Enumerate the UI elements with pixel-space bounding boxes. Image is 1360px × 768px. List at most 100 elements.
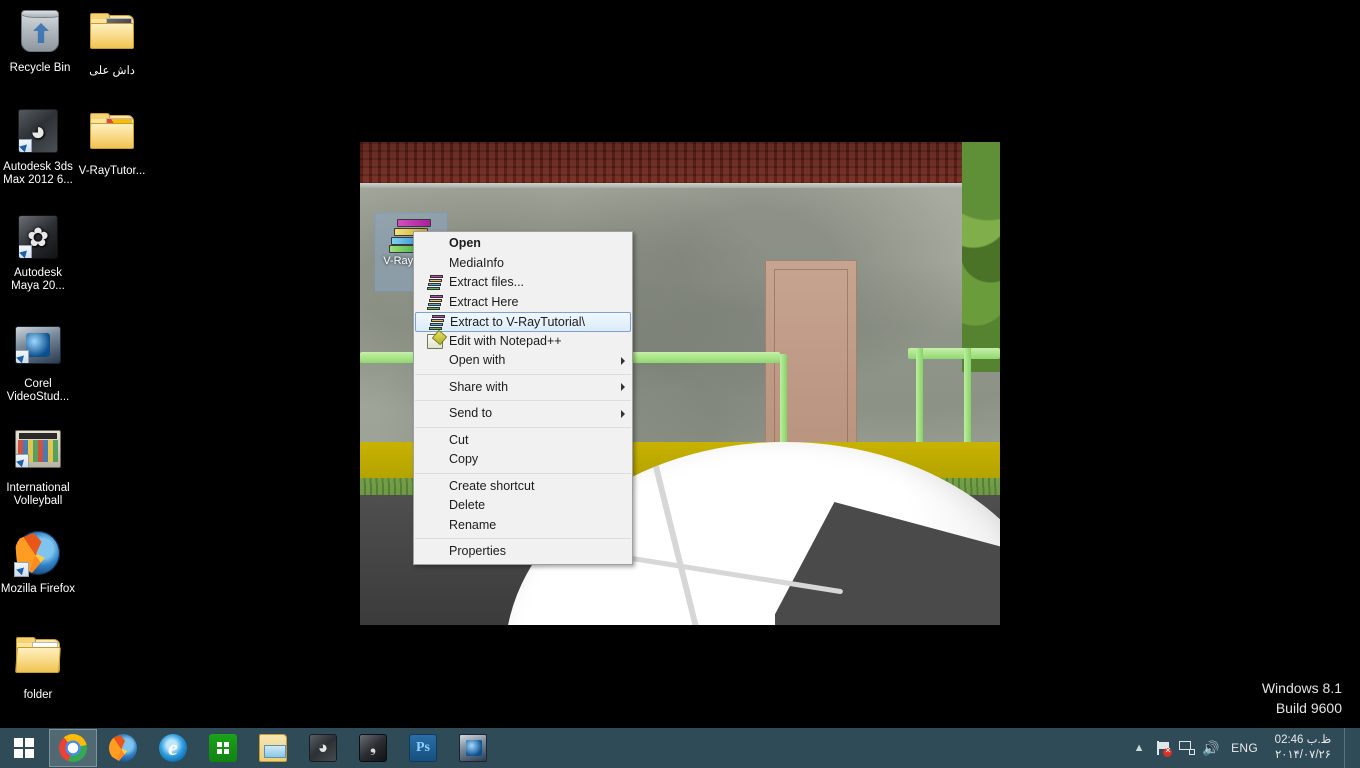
- desktop-icon-folder-dash-ali[interactable]: داش على: [74, 6, 150, 78]
- desktop-icon-recycle-bin[interactable]: Recycle Bin: [2, 6, 78, 75]
- ps-icon: Ps: [409, 734, 437, 762]
- desktop-icon-label: folder: [23, 689, 53, 701]
- explorer-icon: [259, 734, 287, 762]
- desktop[interactable]: Recycle Bin داش على ◕ Autodesk 3ds Max 2…: [0, 0, 1360, 768]
- volume-button[interactable]: 🔊: [1199, 728, 1223, 768]
- clock[interactable]: 02:46 ظ.ب ۲۰۱۴/۰۷/۲۶: [1266, 733, 1344, 763]
- menu-item-extract-files[interactable]: Extract files...: [414, 273, 632, 293]
- taskbar-firefox[interactable]: [99, 729, 147, 767]
- watermark-edition: Windows 8.1: [1261, 680, 1342, 696]
- show-hidden-icons-button[interactable]: ▲: [1127, 728, 1151, 768]
- winrar-archive-icon: [427, 294, 443, 310]
- menu-item-share-with[interactable]: Share with: [414, 378, 632, 398]
- corel-icon: [459, 734, 487, 762]
- menu-item-extract-to-v-raytutorial[interactable]: Extract to V-RayTutorial\: [415, 312, 631, 332]
- winrar-archive-icon: [429, 315, 445, 330]
- taskbar-chrome[interactable]: [49, 729, 97, 767]
- desktop-icon-mozilla-firefox[interactable]: Mozilla Firefox: [0, 528, 76, 596]
- submenu-arrow-icon: [621, 356, 625, 365]
- ie-icon: e: [159, 734, 187, 762]
- context-menu[interactable]: Open MediaInfo Extract files... Extract Her…: [413, 231, 633, 565]
- menu-item-properties[interactable]: Properties: [414, 542, 632, 562]
- start-button[interactable]: [0, 728, 48, 768]
- folder-chrome-icon: [88, 113, 136, 161]
- maya-icon: ❟: [359, 734, 387, 762]
- menu-item-label: Copy: [449, 452, 479, 466]
- desktop-icon-label: Autodesk Maya 20...: [11, 267, 65, 292]
- winrar-archive-icon: [427, 275, 443, 290]
- render-roof: [360, 142, 1000, 184]
- menu-item-label: Properties: [449, 544, 506, 558]
- watermark-build: Build 9600: [1275, 700, 1342, 716]
- menu-item-delete[interactable]: Delete: [414, 496, 632, 516]
- taskbar-photoshop[interactable]: Ps: [399, 729, 447, 767]
- system-tray[interactable]: ▲ 🔊 ENG 02:46 ظ.ب ۲۰۱۴/۰۷/۲۶: [1127, 728, 1360, 768]
- menu-separator: [415, 373, 631, 375]
- menu-separator: [415, 538, 631, 539]
- clock-date: ۲۰۱۴/۰۷/۲۶: [1275, 749, 1331, 761]
- menu-item-mediainfo[interactable]: MediaInfo: [414, 254, 632, 274]
- language-indicator[interactable]: ENG: [1223, 741, 1266, 755]
- folder-open-icon: [14, 637, 62, 685]
- firefox-icon: [14, 531, 62, 579]
- menu-item-label: MediaInfo: [449, 255, 504, 270]
- menu-item-label: Rename: [449, 517, 497, 532]
- render-tree-right: [962, 142, 1000, 372]
- menu-item-label: Extract Here: [449, 294, 519, 309]
- store-icon: [209, 734, 237, 762]
- windows-watermark: Windows 8.1 Build 9600: [1262, 678, 1342, 718]
- menu-item-label: Send to: [449, 406, 493, 420]
- taskbar-corel[interactable]: [449, 729, 497, 767]
- taskbar-file-explorer[interactable]: [249, 729, 297, 767]
- menu-item-create-shortcut[interactable]: Create shortcut: [414, 477, 632, 497]
- desktop-icon-label: داش على: [89, 65, 135, 77]
- desktop-icon-autodesk-3ds-max[interactable]: ◕ Autodesk 3ds Max 2012 6...: [0, 106, 76, 187]
- menu-item-open[interactable]: Open: [414, 234, 632, 254]
- desktop-icon-autodesk-maya[interactable]: ✿ Autodesk Maya 20...: [0, 212, 76, 293]
- menu-item-edit-with-notepad[interactable]: Edit with Notepad++: [414, 332, 632, 352]
- menu-item-cut[interactable]: Cut: [414, 431, 632, 451]
- taskbar-store[interactable]: [199, 729, 247, 767]
- menu-item-open-with[interactable]: Open with: [414, 351, 632, 371]
- submenu-arrow-icon: [621, 409, 625, 418]
- menu-item-send-to[interactable]: Send to: [414, 404, 632, 424]
- menu-item-label: Open with: [449, 353, 506, 367]
- speaker-icon: 🔊: [1202, 740, 1220, 756]
- desktop-icon-label: Autodesk 3ds Max 2012 6...: [3, 161, 73, 186]
- menu-item-label: Share with: [449, 379, 509, 394]
- taskbar-internet-explorer[interactable]: e: [149, 729, 197, 767]
- desktop-icon-label: V-RayTutor...: [78, 165, 146, 177]
- windows-logo-icon: [14, 738, 34, 758]
- submenu-arrow-icon: [621, 383, 625, 392]
- show-desktop-button[interactable]: [1344, 728, 1352, 768]
- action-center-flag-button[interactable]: [1151, 728, 1175, 768]
- desktop-icon-international-volleyball[interactable]: International Volleyball: [0, 424, 76, 508]
- menu-item-extract-here[interactable]: Extract Here: [414, 293, 632, 313]
- taskbar-maya[interactable]: ❟: [349, 729, 397, 767]
- firefox-icon: [109, 734, 137, 762]
- desktop-icon-folder-vraytutorial[interactable]: V-RayTutor...: [74, 106, 150, 178]
- menu-item-label: Edit with Notepad++: [449, 333, 562, 348]
- taskbar[interactable]: e ◕ ❟ Ps ▲ 🔊 ENG 02:46 ظ.ب ۲۰۱۴/۰۷/۲۶: [0, 728, 1360, 768]
- menu-item-label: Extract files...: [449, 275, 525, 289]
- menu-item-rename[interactable]: Rename: [414, 516, 632, 536]
- chevron-up-icon: ▲: [1133, 742, 1145, 754]
- chrome-icon: [59, 734, 87, 762]
- desktop-icon-label: Corel VideoStud...: [6, 378, 70, 403]
- menu-item-label: Create shortcut: [449, 478, 535, 493]
- desktop-icon-folder-plain[interactable]: folder: [0, 630, 76, 702]
- menu-separator: [415, 400, 631, 401]
- taskbar-3ds-max[interactable]: ◕: [299, 729, 347, 767]
- menu-item-label: Delete: [449, 498, 486, 512]
- network-button[interactable]: [1175, 728, 1199, 768]
- menu-item-copy[interactable]: Copy: [414, 450, 632, 470]
- corel-videostudio-icon: [14, 326, 62, 374]
- menu-separator: [415, 472, 631, 474]
- desktop-icon-label: Recycle Bin: [9, 62, 71, 74]
- desktop-icon-label: International Volleyball: [6, 482, 70, 507]
- flag-warning-icon: [1155, 740, 1173, 757]
- folder-photo-icon: [88, 13, 136, 61]
- desktop-icon-corel-videostudio[interactable]: Corel VideoStud...: [0, 320, 76, 404]
- menu-item-label: Cut: [449, 432, 469, 447]
- max-icon: ◕: [309, 734, 337, 762]
